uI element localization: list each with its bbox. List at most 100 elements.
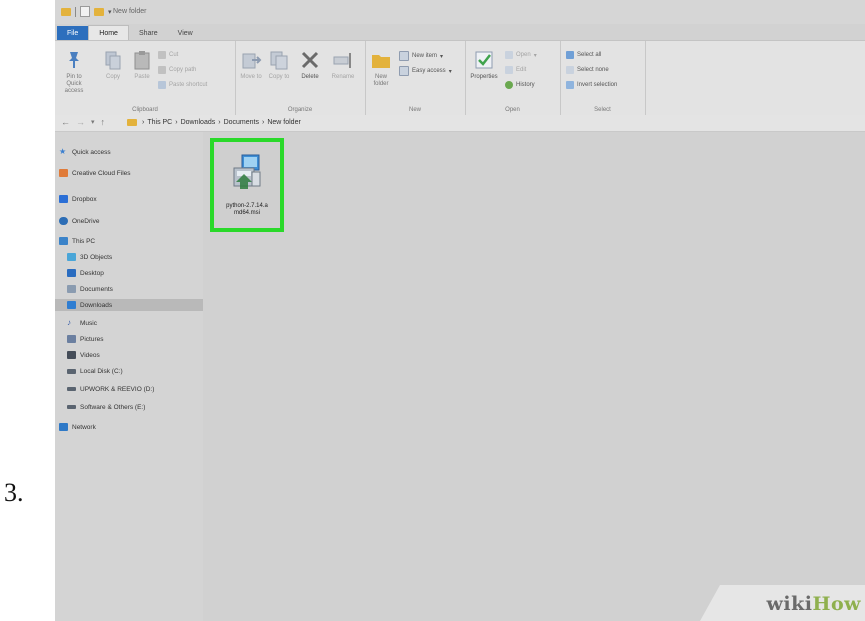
new-item-button[interactable]: New item ▾ (399, 51, 443, 61)
tab-view[interactable]: View (168, 26, 203, 40)
tab-share[interactable]: Share (129, 26, 168, 40)
open-button[interactable]: Open ▾ (505, 51, 537, 59)
sidebar-item-dropbox[interactable]: Dropbox (55, 193, 203, 205)
rename-icon (332, 49, 354, 71)
videos-icon (67, 351, 76, 359)
move-to-icon (240, 49, 262, 71)
file-name-line2: md64.msi (233, 210, 260, 216)
cut-button[interactable]: Cut (158, 51, 178, 59)
breadcrumb-new-folder[interactable]: New folder (267, 119, 300, 126)
pin-icon (63, 49, 85, 71)
paste-button[interactable]: Paste (131, 49, 153, 81)
properties-button[interactable]: Properties (469, 49, 499, 81)
easy-access-button[interactable]: Easy access ▾ (399, 66, 452, 76)
history-button[interactable]: History (505, 81, 535, 89)
sidebar-item-label: Software & Others (E:) (80, 403, 146, 411)
sidebar-item-creative-cloud[interactable]: Creative Cloud Files (55, 167, 203, 179)
watermark-how: How (812, 593, 861, 615)
new-folder-quick-icon[interactable] (94, 7, 104, 16)
sidebar-item-label: This PC (72, 237, 96, 245)
rename-label: Rename (331, 74, 355, 80)
sidebar-item-label: Local Disk (C:) (80, 367, 123, 375)
sidebar-item-onedrive[interactable]: OneDrive (55, 215, 203, 227)
copy-to-button[interactable]: Copy to (267, 49, 291, 81)
sidebar-item-videos[interactable]: Videos (55, 349, 211, 361)
properties-icon (473, 49, 495, 71)
delete-x-icon (299, 49, 321, 71)
chevron-down-icon: ▾ (448, 68, 452, 75)
up-arrow-icon[interactable]: ↑ (101, 117, 106, 127)
breadcrumb-downloads[interactable]: Downloads (181, 119, 216, 126)
paste-shortcut-icon (158, 81, 166, 89)
sidebar-item-local-disk-c[interactable]: Local Disk (C:) (55, 365, 211, 377)
open-icon (505, 51, 513, 59)
breadcrumb-documents[interactable]: Documents (224, 119, 259, 126)
breadcrumb-separator: › (261, 119, 265, 126)
new-folder-button[interactable]: New folder (369, 49, 393, 88)
cube-icon (67, 253, 76, 261)
select-none-label: Select none (577, 67, 609, 73)
pin-label: Pin to Quick access (64, 74, 84, 94)
pin-to-quick-access-button[interactable]: Pin to Quick access (59, 49, 89, 95)
sidebar-item-drive-d[interactable]: UPWORK & REEVIO (D:) (55, 383, 211, 395)
explorer-window: ▾ New folder File Home Share View Pin to… (55, 0, 865, 621)
properties-quick-icon[interactable] (80, 6, 90, 17)
back-arrow-icon[interactable]: ← (61, 117, 70, 127)
recent-chevron-icon[interactable]: ▾ (91, 118, 95, 127)
onedrive-icon (59, 217, 68, 225)
select-all-icon (566, 51, 574, 59)
edit-label: Edit (516, 67, 527, 73)
computer-icon (59, 237, 68, 245)
desktop-icon (67, 269, 76, 277)
new-item-label: New item (412, 53, 438, 59)
sidebar-item-this-pc[interactable]: This PC (55, 235, 203, 247)
paste-shortcut-button[interactable]: Paste shortcut (158, 81, 207, 89)
forward-arrow-icon[interactable]: → (76, 117, 85, 127)
copy-path-button[interactable]: Copy path (158, 66, 196, 74)
sidebar-item-3d-objects[interactable]: 3D Objects (55, 251, 211, 263)
new-item-icon (399, 51, 409, 61)
delete-button[interactable]: Delete (297, 49, 323, 81)
sidebar-item-desktop[interactable]: Desktop (55, 267, 211, 279)
sidebar-item-network[interactable]: Network (55, 421, 203, 433)
select-none-button[interactable]: Select none (566, 66, 609, 74)
sidebar-item-documents[interactable]: Documents (55, 283, 211, 295)
invert-selection-button[interactable]: Invert selection (566, 81, 617, 89)
move-to-label: Move to (240, 74, 262, 80)
breadcrumb-separator: › (175, 119, 178, 126)
file-list-area[interactable] (203, 132, 865, 621)
sidebar-item-drive-e[interactable]: Software & Others (E:) (55, 401, 211, 413)
ribbon-tabs: File Home Share View (55, 24, 865, 40)
move-to-button[interactable]: Move to (239, 49, 263, 81)
step-number: 3. (4, 478, 24, 507)
select-all-button[interactable]: Select all (566, 51, 601, 59)
file-name-label: python-2.7.14.a md64.msi (214, 203, 280, 217)
sidebar-item-quick-access[interactable]: ★ Quick access (55, 146, 203, 158)
open-label: Open (516, 52, 531, 58)
open-group-label: Open (505, 107, 520, 113)
chevron-down-icon[interactable]: ▾ (108, 8, 112, 16)
breadcrumb-this-pc[interactable]: This PC (147, 119, 172, 126)
edit-button[interactable]: Edit (505, 66, 526, 74)
sidebar-item-label: Documents (80, 285, 113, 293)
sidebar-item-pictures[interactable]: Pictures (55, 333, 211, 345)
new-group-label: New (408, 107, 421, 113)
network-icon (59, 423, 68, 431)
drive-icon (67, 405, 76, 409)
sidebar-item-label: Videos (80, 351, 100, 359)
msi-file-item[interactable]: python-2.7.14.a md64.msi (210, 138, 284, 232)
music-icon: ♪ (67, 318, 71, 327)
download-icon (67, 301, 76, 309)
sidebar-item-music[interactable]: ♪ Music (55, 317, 211, 329)
breadcrumb[interactable]: › This PC › Downloads › Documents › New … (127, 119, 301, 126)
tab-file[interactable]: File (57, 26, 89, 40)
tab-home[interactable]: Home (88, 25, 129, 40)
copy-button[interactable]: Copy (101, 49, 125, 81)
paste-shortcut-label: Paste shortcut (169, 82, 208, 88)
quick-access-toolbar: ▾ (61, 6, 112, 17)
rename-button[interactable]: Rename (329, 49, 357, 81)
folder-icon (127, 119, 137, 126)
properties-label: Properties (470, 74, 498, 80)
sidebar-item-label: Dropbox (72, 195, 97, 203)
sidebar-item-downloads[interactable]: Downloads (55, 299, 211, 311)
